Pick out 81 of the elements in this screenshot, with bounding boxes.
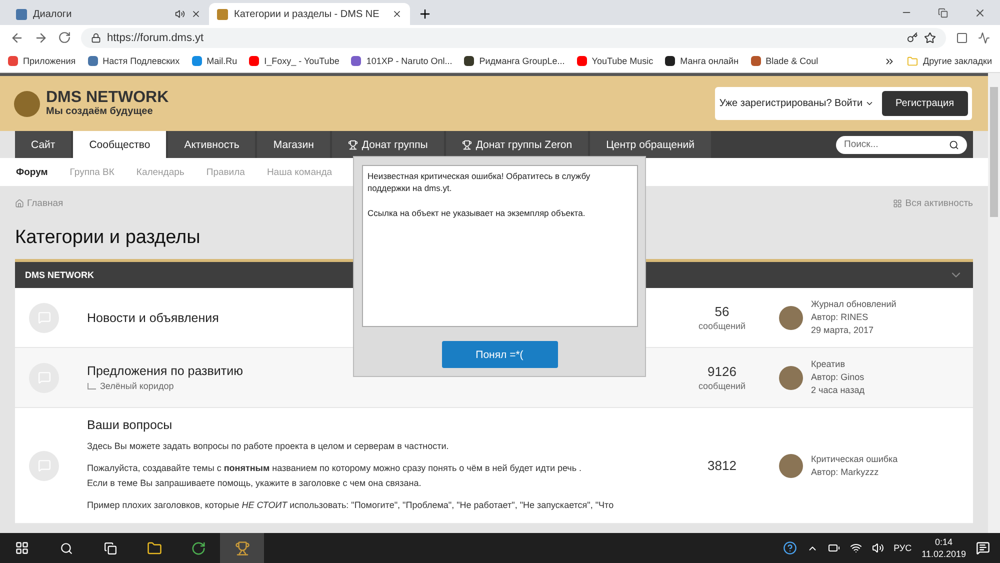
tab-favicon	[217, 8, 228, 20]
post-count: 56	[714, 304, 730, 319]
last-post-author: Автор: RINES	[811, 311, 870, 324]
post-count: 9126	[708, 364, 736, 379]
forward-icon[interactable]	[34, 30, 48, 44]
lock-icon	[91, 32, 101, 42]
post-count: 3812	[708, 458, 736, 473]
subnav-link[interactable]: Форум	[16, 166, 48, 178]
bookmark[interactable]: YouTube Music	[576, 56, 654, 66]
restore-icon[interactable]	[938, 8, 948, 18]
caret-icon	[864, 99, 874, 108]
help-icon[interactable]	[782, 541, 797, 555]
search-field[interactable]: Поиск...	[836, 136, 967, 154]
nav-tab[interactable]: Магазин	[257, 131, 330, 158]
page-title: Категории и разделы	[15, 227, 202, 249]
volume-icon[interactable]	[872, 542, 884, 554]
logo-icon	[14, 90, 40, 116]
last-post-link[interactable]: Критическая ошибка	[811, 452, 898, 466]
browser-tab[interactable]: Категории и разделы - DMS NE	[209, 3, 410, 25]
forum-description: Здесь Вы можете задать вопросы по работе проекта в целом и серверам в частности.	[87, 440, 450, 453]
forum-description: Пожалуйста, создавайте темы с понятным названием по которому можно сразу понять о чём в ней будет идти речь . Если в теме Вы запрашиваете помощь, укажите в заголовке с чем она связана.	[87, 462, 583, 490]
key-icon[interactable]	[907, 32, 918, 43]
bookmark-folder[interactable]: Другие закладки	[907, 56, 992, 66]
tab-favicon	[16, 8, 27, 20]
new-tab-icon[interactable]	[418, 7, 432, 21]
address-bar[interactable]: https://forum.dms.yt	[81, 28, 946, 48]
home-icon	[15, 199, 24, 208]
reload-icon[interactable]	[58, 31, 71, 44]
error-message: Ссылка на объект не указывает на экземпляр объекта.	[368, 207, 586, 219]
category-title: DMS NETWORK	[25, 270, 94, 280]
browser-tab[interactable]: Диалоги	[8, 3, 209, 25]
last-post-date: 29 марта, 2017	[811, 324, 875, 337]
bookmark[interactable]: 101XP - Naruto Onl...	[351, 56, 452, 66]
close-icon[interactable]	[191, 9, 201, 19]
close-icon[interactable]	[392, 9, 402, 19]
tree-line-icon	[87, 382, 96, 390]
url-text: https://forum.dms.yt	[107, 32, 205, 44]
nav-tab[interactable]: Сайт	[15, 131, 72, 158]
avatar	[779, 306, 803, 330]
last-post-date: 2 часа назад	[811, 384, 864, 397]
nav-tab[interactable]: Сообщество	[73, 131, 166, 158]
avatar	[779, 366, 803, 390]
battery-icon[interactable]	[828, 542, 840, 554]
last-post-author: Автор: Markyzzz	[811, 466, 880, 478]
bookmark[interactable]: Приложения	[8, 56, 76, 66]
login-link[interactable]: Уже зарегистрированы? Войти	[719, 98, 874, 109]
last-post-link[interactable]: Креатив	[811, 358, 864, 371]
bookmark[interactable]: I_Foxy_ - YouTube	[249, 56, 340, 66]
subforum-link[interactable]: Зелёный коридор	[100, 381, 174, 391]
error-message: Неизвестная критическая ошибка! Обратитесь в службу поддержки на dms.yt.	[368, 170, 592, 194]
nav-tab[interactable]: Донат группы	[332, 131, 444, 158]
bookmark[interactable]: Mail.Ru	[192, 56, 238, 66]
bookmark[interactable]: Ридманга GroupLe...	[464, 56, 565, 66]
bookmark[interactable]: Манга онлайн	[665, 56, 739, 66]
post-label: сообщений	[698, 321, 746, 331]
logo-title: DMS NETWORK	[46, 90, 169, 106]
last-post-link[interactable]: Журнал обновлений	[811, 298, 896, 311]
logo-subtitle: Мы создаём будущее	[46, 106, 154, 117]
ok-button[interactable]: Понял =*(	[442, 341, 558, 368]
post-label: сообщений	[698, 381, 746, 391]
forum-description: Пример плохих заголовков, которые НЕ СТОИТ использовать: "Помогите", "Проблема", "Не работает", "Не запускается", "Что	[87, 499, 615, 512]
language-indicator[interactable]: РУС	[894, 543, 912, 553]
last-post-author: Автор: Ginos	[811, 371, 864, 384]
nav-tab[interactable]: Активность	[168, 131, 256, 158]
clock[interactable]: 0:14 11.02.2019	[922, 536, 966, 560]
forum-title[interactable]: Ваши вопросы	[87, 418, 677, 432]
folder-icon	[907, 56, 918, 66]
nav-tab[interactable]: Донат группы Zeron	[446, 131, 588, 158]
bookmark[interactable]: Настя Подлевских	[88, 56, 180, 66]
app-icon[interactable]	[220, 533, 264, 563]
nav-tab[interactable]: Центр обращений	[590, 131, 710, 158]
close-icon[interactable]	[974, 6, 986, 18]
more-icon[interactable]	[884, 56, 896, 66]
search-icon	[949, 140, 959, 150]
star-icon[interactable]	[924, 32, 936, 44]
bookmark[interactable]: Blade & Coul	[750, 56, 818, 66]
notifications-icon[interactable]	[976, 541, 990, 555]
back-icon[interactable]	[10, 30, 24, 44]
avatar	[779, 454, 803, 478]
grid-icon	[893, 199, 902, 208]
register-button[interactable]: Регистрация	[882, 91, 968, 116]
